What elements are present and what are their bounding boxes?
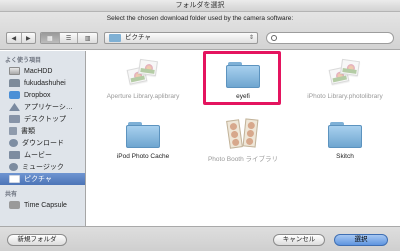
file-browser: Aperture Library.aplibrary eyefi iPhoto …	[87, 51, 400, 226]
sidebar-item-home[interactable]: fukudashuhei	[0, 77, 85, 89]
sidebar-item-label: ミュージック	[22, 164, 64, 171]
pictures-icon	[9, 175, 20, 183]
chevron-updown-icon: ⇕	[248, 35, 254, 41]
sidebar-item-dropbox[interactable]: Dropbox	[0, 89, 85, 101]
file-item-photo-booth-library[interactable]: Photo Booth ライブラリ	[195, 114, 291, 172]
downloads-icon	[9, 139, 18, 147]
desktop-icon	[9, 115, 20, 123]
cancel-button[interactable]: キャンセル	[273, 234, 325, 246]
sidebar-item-pictures[interactable]: ピクチャ	[0, 173, 85, 185]
sidebar-item-label: ダウンロード	[22, 140, 64, 147]
documents-icon	[9, 127, 17, 135]
sidebar-item-label: ムービー	[24, 152, 52, 159]
location-popup[interactable]: ピクチャ ⇕	[104, 32, 258, 44]
time-capsule-icon	[9, 201, 20, 209]
sidebar-item-label: MacHDD	[24, 67, 53, 75]
sidebar-section-favorites: よく使う項目	[5, 58, 42, 64]
file-name: iPhoto Library.photolibrary	[307, 93, 383, 100]
eyefi-highlight-box	[203, 51, 281, 105]
sidebar-item-applications[interactable]: アプリケーシ…	[0, 101, 85, 113]
sidebar-item-label: Dropbox	[24, 91, 51, 99]
new-folder-button[interactable]: 新規フォルダ	[7, 234, 67, 246]
icon-view-button[interactable]: ▦	[41, 33, 60, 43]
search-input[interactable]	[281, 33, 381, 43]
toolbar: Select the chosen download folder used b…	[0, 12, 400, 50]
sidebar-section-shared: 共有	[5, 192, 18, 198]
location-label: ピクチャ	[125, 34, 151, 41]
music-icon	[9, 163, 18, 171]
dialog-footer: 新規フォルダ キャンセル 選択	[0, 226, 400, 251]
file-item-skitch[interactable]: Skitch	[297, 114, 393, 172]
sidebar-item-movies[interactable]: ムービー	[0, 149, 85, 161]
search-field[interactable]	[266, 32, 394, 44]
file-item-aperture-library[interactable]: Aperture Library.aplibrary	[95, 54, 191, 112]
back-forward-control: ◀ ▶	[6, 32, 36, 44]
file-name: iPod Photo Cache	[116, 153, 170, 160]
choose-button[interactable]: 選択	[334, 234, 388, 246]
dialog-prompt: Select the chosen download folder used b…	[106, 15, 294, 22]
column-view-button[interactable]: ▥	[78, 33, 97, 43]
photo-booth-icon	[224, 114, 262, 150]
sidebar-item-machdd[interactable]: MacHDD	[0, 65, 85, 77]
sidebar-item-downloads[interactable]: ダウンロード	[0, 137, 85, 149]
sidebar-item-label: fukudashuhei	[24, 79, 66, 87]
photo-library-icon	[124, 54, 162, 90]
file-item-ipod-photo-cache[interactable]: iPod Photo Cache	[95, 114, 191, 172]
file-name: Aperture Library.aplibrary	[106, 93, 180, 100]
sidebar-item-label: 書類	[21, 128, 35, 135]
applications-icon	[9, 103, 20, 111]
sidebar-item-desktop[interactable]: デスクトップ	[0, 113, 85, 125]
sidebar-item-label: ピクチャ	[24, 176, 52, 183]
search-icon	[271, 35, 277, 41]
sidebar-item-time-capsule[interactable]: Time Capsule	[0, 199, 85, 211]
folder-icon	[124, 114, 162, 150]
file-name: Photo Booth ライブラリ	[207, 156, 279, 163]
sidebar: よく使う項目 MacHDD fukudashuhei Dropbox アプリケー…	[0, 51, 86, 226]
forward-button[interactable]: ▶	[22, 33, 36, 43]
folder-icon	[326, 114, 364, 150]
sidebar-item-label: デスクトップ	[24, 116, 66, 123]
hard-disk-icon	[9, 67, 20, 75]
folder-icon	[109, 34, 121, 42]
file-name: Skitch	[336, 153, 354, 160]
back-button[interactable]: ◀	[7, 33, 22, 43]
home-icon	[9, 79, 20, 87]
view-mode-control: ▦ ☰ ▥	[40, 32, 98, 44]
window-title: フォルダを選択	[0, 0, 400, 12]
sidebar-item-music[interactable]: ミュージック	[0, 161, 85, 173]
list-view-button[interactable]: ☰	[60, 33, 79, 43]
movies-icon	[9, 151, 20, 159]
sidebar-item-documents[interactable]: 書類	[0, 125, 85, 137]
photo-library-icon	[326, 54, 364, 90]
sidebar-item-label: Time Capsule	[24, 201, 67, 209]
sidebar-item-label: アプリケーシ…	[24, 104, 73, 111]
file-item-iphoto-library[interactable]: iPhoto Library.photolibrary	[297, 54, 393, 112]
dropbox-icon	[9, 91, 20, 99]
